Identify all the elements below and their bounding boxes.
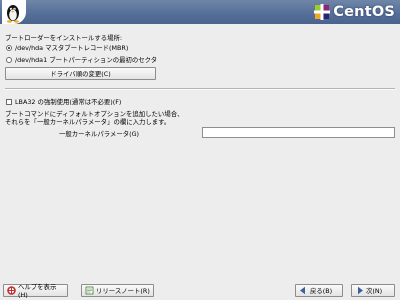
next-button-label: 次(N) — [366, 287, 383, 295]
centos-logo-icon — [314, 4, 331, 20]
lba32-checkbox[interactable] — [6, 99, 12, 105]
bootloader-heading: ブートローダーをインストールする場所: — [5, 34, 123, 42]
tux-icon — [2, 0, 26, 24]
centos-logo: CentOS — [314, 2, 395, 22]
radio-mbr-label[interactable]: /dev/hda マスタブートレコード(MBR) — [15, 43, 128, 52]
next-arrow-icon — [358, 286, 363, 295]
back-button-label: 戻る(B) — [310, 287, 333, 295]
kernel-param-input[interactable] — [202, 127, 395, 138]
brand-name: CentOS — [333, 4, 395, 20]
radio-first-sector[interactable] — [6, 57, 12, 63]
lba32-label[interactable]: LBA32 の強制使用(通常は不必要)(F) — [15, 97, 121, 106]
kernel-param-label: 一般カーネルパラメータ(G) — [59, 130, 140, 138]
next-button[interactable]: 次(N) — [351, 284, 395, 297]
release-notes-icon — [85, 286, 94, 295]
header-banner: CentOS — [0, 0, 400, 24]
help-icon — [7, 286, 16, 295]
kernel-description-2: それらを「一般カーネルパラメータ」の欄に入力します。 — [5, 118, 171, 126]
radio-first-sector-label[interactable]: /dev/hda1 ブートパーティションの最初のセクタ — [15, 55, 157, 64]
radio-mbr[interactable] — [6, 45, 12, 51]
separator — [5, 88, 395, 90]
release-notes-button-label: リリースノート(R) — [96, 287, 150, 295]
help-button-label: ヘルプを表示(H) — [18, 283, 57, 299]
release-notes-button[interactable]: リリースノート(R) — [81, 284, 154, 297]
back-button[interactable]: 戻る(B) — [295, 284, 343, 297]
change-drive-order-button[interactable]: ドライバ順の変更(C) — [5, 67, 156, 80]
help-button[interactable]: ヘルプを表示(H) — [3, 283, 68, 299]
back-arrow-icon — [300, 286, 305, 295]
